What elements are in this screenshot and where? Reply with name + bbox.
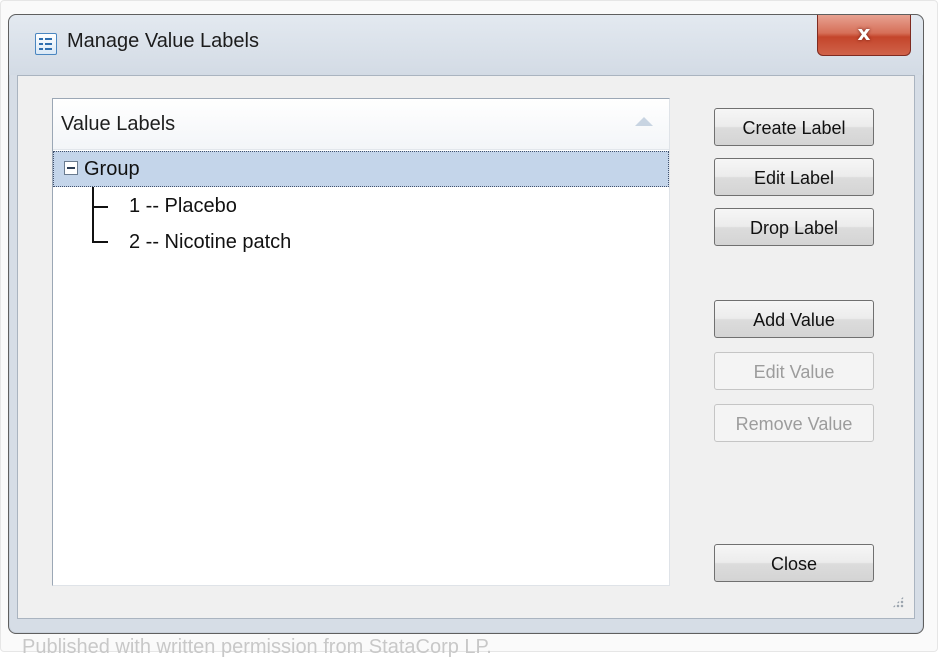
tree-item-label: 1 -- Placebo <box>129 195 237 217</box>
dialog-title: Manage Value Labels <box>67 30 259 52</box>
add-value-button[interactable]: Add Value <box>714 300 874 338</box>
manage-value-labels-dialog: Manage Value Labels x Value Labels Group… <box>8 14 924 634</box>
tree-column-header[interactable]: Value Labels <box>53 99 669 150</box>
resize-grip-icon[interactable] <box>892 596 904 608</box>
dialog-body: Value Labels Group 1 -- Placebo 2 -- Nic… <box>17 75 915 619</box>
tree-item-group[interactable]: Group <box>53 151 669 187</box>
edit-value-button: Edit Value <box>714 352 874 390</box>
edit-label-button[interactable]: Edit Label <box>714 158 874 196</box>
image-caption: Published with written permission from S… <box>22 636 492 658</box>
close-window-button[interactable]: x <box>817 15 911 56</box>
sort-ascending-icon <box>635 117 653 126</box>
collapse-icon[interactable] <box>64 161 78 175</box>
close-button[interactable]: Close <box>714 544 874 582</box>
create-label-button[interactable]: Create Label <box>714 108 874 146</box>
tree-item-value[interactable]: 1 -- Placebo <box>53 189 669 225</box>
tree-item-value[interactable]: 2 -- Nicotine patch <box>53 225 669 261</box>
close-icon: x <box>857 21 871 45</box>
tree-item-label: 2 -- Nicotine patch <box>129 231 292 253</box>
drop-label-button[interactable]: Drop Label <box>714 208 874 246</box>
value-labels-tree[interactable]: Value Labels Group 1 -- Placebo 2 -- Nic… <box>52 98 670 586</box>
column-header-label: Value Labels <box>61 113 176 135</box>
remove-value-button: Remove Value <box>714 404 874 442</box>
window-list-icon <box>35 33 57 55</box>
title-bar[interactable]: Manage Value Labels x <box>9 15 923 75</box>
tree-item-label: Group <box>84 158 140 180</box>
